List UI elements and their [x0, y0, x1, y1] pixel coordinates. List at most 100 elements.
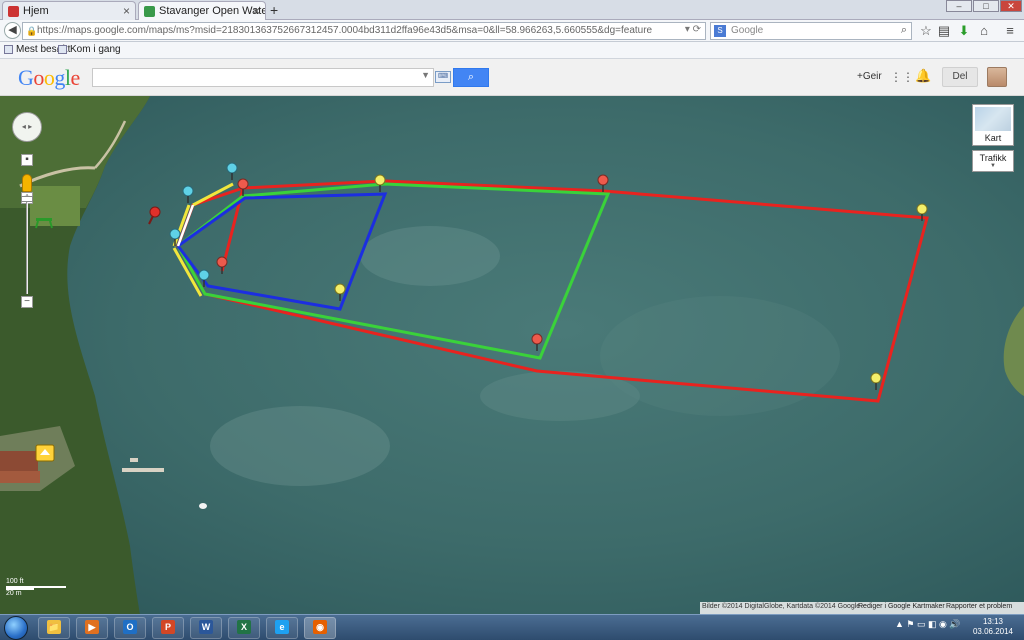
bookmark-star-icon[interactable]: ☆	[918, 23, 934, 39]
system-tray[interactable]: ▲ ⚑ ▭ ◧ ◉ 🔊	[895, 619, 961, 630]
plus-user-link[interactable]: +Geir	[857, 71, 882, 82]
water-glare	[600, 296, 840, 416]
maps-search-input[interactable]: ▼	[92, 68, 434, 87]
taskbar-internet-explorer[interactable]: e	[266, 617, 298, 639]
taskbar-media-player[interactable]: ▶	[76, 617, 108, 639]
logo-letter: o	[33, 65, 44, 90]
traffic-layer-button[interactable]: Trafikk ▼	[972, 150, 1014, 172]
house-icon	[35, 444, 55, 462]
water-area	[0, 96, 1024, 614]
browser-search-input[interactable]: S Google ⌕	[710, 22, 912, 40]
clock-time: 13:13	[982, 617, 1004, 626]
map-attribution-bar: Bilder ©2014 DigitalGlobe, Kartdata ©201…	[700, 602, 1024, 614]
notifications-bell-icon[interactable]: 🔔	[915, 68, 931, 84]
boat	[199, 503, 207, 509]
building	[0, 451, 38, 471]
navigation-bar: ◀ 🔒 https://maps.google.com/maps/ms?msid…	[0, 20, 1024, 42]
taskbar-firefox[interactable]: ◉	[304, 617, 336, 639]
google-logo[interactable]: Google	[18, 65, 80, 91]
back-button[interactable]: ◀	[4, 22, 21, 39]
maximize-button[interactable]: □	[973, 0, 999, 12]
windows-taskbar: 📁 ▶ O P W Xe ◉ ▲ ⚑ ▭ ◧ ◉ 🔊 13:13 03.06.2014	[0, 614, 1024, 640]
tab-label: Hjem	[23, 5, 49, 17]
report-problem-link[interactable]: Rapporter et problem	[946, 603, 1012, 610]
map-canvas[interactable]	[0, 96, 1024, 614]
map-type-label: Kart	[984, 133, 1002, 143]
pier	[122, 468, 164, 472]
minimize-button[interactable]: –	[946, 0, 972, 12]
lock-icon: 🔒	[26, 26, 38, 36]
internet-explorer-icon: e	[275, 620, 289, 635]
tab-favicon-icon	[8, 6, 19, 17]
search-button[interactable]: ⌕	[453, 68, 489, 87]
zoom-slider-track[interactable]	[26, 202, 28, 294]
chevron-down-icon: ▼	[990, 163, 996, 169]
water-glare	[360, 226, 500, 286]
taskbar-powerpoint[interactable]: P	[152, 617, 184, 639]
pan-control[interactable]: ◂ ▸	[12, 112, 42, 142]
zoom-slider-thumb[interactable]	[21, 196, 33, 202]
bookmark-kom-i-gang[interactable]: Kom i gang	[58, 44, 121, 55]
building	[0, 471, 40, 483]
logo-letter: g	[54, 65, 65, 90]
pier	[130, 458, 138, 462]
firefox-icon: ◉	[313, 620, 327, 635]
search-placeholder: Google	[731, 25, 764, 36]
bookmarks-bar: Mest besøkt Kom i gang	[0, 42, 1024, 59]
avatar[interactable]	[987, 67, 1007, 87]
excel-icon: X	[237, 620, 251, 635]
reload-icon[interactable]: ▾ ⟳	[685, 24, 701, 35]
home-icon[interactable]: ⌂	[976, 23, 992, 39]
bookmark-label: Kom i gang	[70, 44, 121, 55]
scale-m-label: 20 m	[6, 590, 22, 597]
tab-stavanger-open-water[interactable]: Stavanger Open Water - G... ×	[138, 1, 266, 20]
close-tab-icon[interactable]: ×	[253, 4, 260, 18]
browser-tab-strip: Hjem × Stavanger Open Water - G... × + –…	[0, 0, 1024, 20]
search-icon: ⌕	[467, 71, 475, 83]
zoom-out-button[interactable]: −	[21, 296, 33, 308]
taskbar-word[interactable]: W	[190, 617, 222, 639]
google-header: Google ▼ ⌨ ⌕ +Geir ⋮⋮⋮ 🔔 Del	[0, 59, 1024, 96]
search-engine-icon[interactable]: S	[714, 25, 726, 37]
taskbar-outlook[interactable]: O	[114, 617, 146, 639]
clock-date: 03.06.2014	[972, 627, 1014, 636]
menu-icon[interactable]: ≡	[1002, 23, 1018, 39]
close-tab-icon[interactable]: ×	[123, 4, 130, 18]
taskbar-clock[interactable]: 13:13 03.06.2014	[972, 617, 1014, 637]
powerpoint-icon: P	[161, 620, 175, 635]
map-type-tile[interactable]: Kart	[972, 104, 1014, 146]
share-button[interactable]: Del	[942, 67, 978, 87]
attribution-text: Bilder ©2014 DigitalGlobe, Kartdata ©201…	[702, 603, 865, 610]
logo-letter: o	[43, 65, 55, 90]
word-icon: W	[199, 620, 213, 635]
keyboard-icon[interactable]: ⌨	[435, 71, 451, 83]
scale-bar: 100 ft 20 m	[6, 578, 68, 598]
dropdown-arrow-icon[interactable]: ▼	[421, 70, 430, 80]
bookmark-icon	[58, 45, 67, 54]
logo-letter: e	[70, 65, 81, 90]
zoom-level-icon[interactable]: ▪	[21, 154, 33, 166]
logo-letter: G	[18, 65, 34, 90]
start-button[interactable]	[4, 616, 28, 640]
close-window-button[interactable]: ✕	[1000, 0, 1022, 12]
clipboard-icon[interactable]: ▤	[936, 23, 952, 39]
street-view-pegman-icon[interactable]	[22, 174, 32, 192]
media-player-icon: ▶	[85, 620, 99, 635]
tab-hjem[interactable]: Hjem ×	[2, 1, 136, 20]
traffic-label: Trafikk	[979, 153, 1007, 163]
download-icon[interactable]: ⬇	[956, 23, 972, 39]
tab-label: Stavanger Open Water - G...	[159, 5, 265, 17]
satellite-map[interactable]: ◂ ▸ ▪ + − Kart Trafikk ▼ 100 ft 20 m Bil…	[0, 96, 1024, 614]
url-bar[interactable]: 🔒 https://maps.google.com/maps/ms?msid=2…	[22, 22, 706, 40]
map-thumbnail	[975, 107, 1011, 131]
taskbar-explorer[interactable]: 📁	[38, 617, 70, 639]
edit-in-mapmaker-link[interactable]: Rediger i Google Kartmaker	[858, 603, 945, 610]
scale-ft-label: 100 ft	[6, 578, 24, 585]
taskbar-excel[interactable]: X	[228, 617, 260, 639]
bookmark-icon	[4, 45, 13, 54]
outlook-icon: O	[123, 620, 137, 635]
new-tab-button[interactable]: +	[270, 2, 278, 18]
water-glare	[210, 406, 390, 486]
tab-favicon-icon	[144, 6, 155, 17]
search-icon[interactable]: ⌕	[901, 24, 907, 37]
